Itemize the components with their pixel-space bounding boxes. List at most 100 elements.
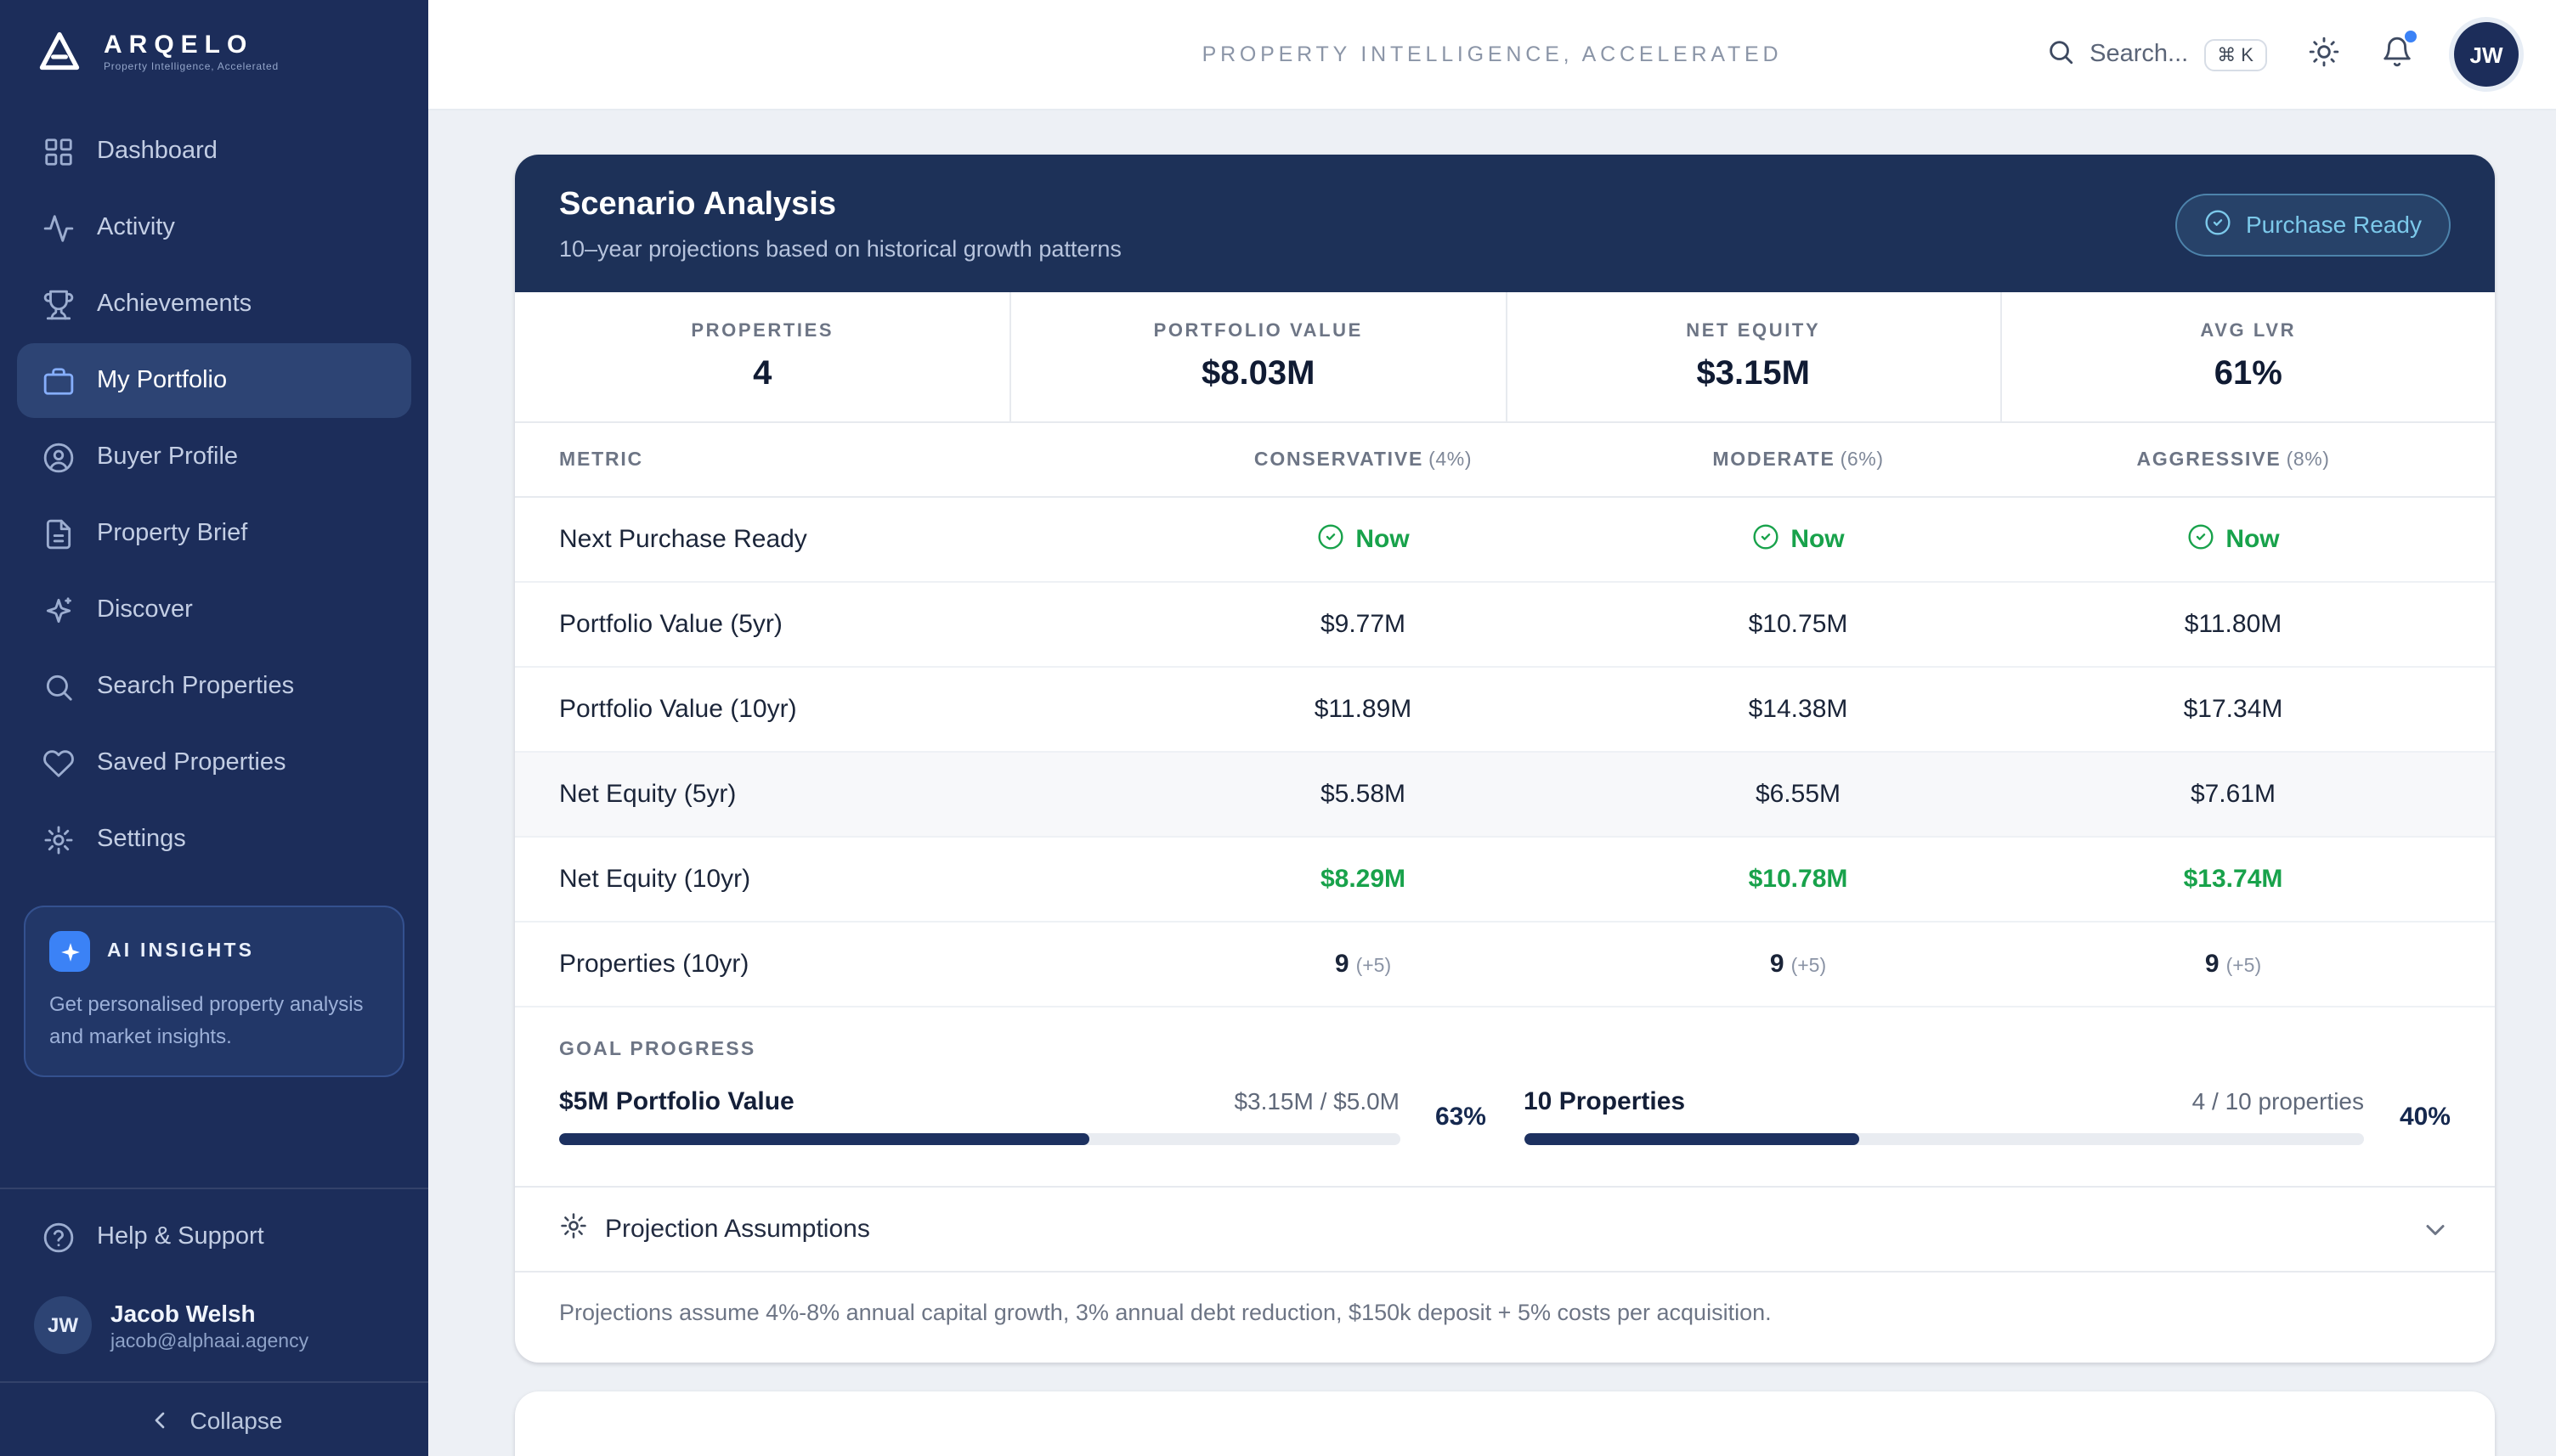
user-icon (42, 441, 75, 473)
sidebar-item-buyer-profile[interactable]: Buyer Profile (17, 420, 411, 494)
gear-icon (559, 1211, 588, 1247)
page-content: Scenario Analysis 10–year projections ba… (428, 110, 2556, 1456)
search-input[interactable]: Search... ⌘ K (2045, 37, 2267, 72)
table-row-net-equity-10yr: Net Equity (10yr) $8.29M $10.78M $13.74M (515, 838, 2495, 923)
collapse-label: Collapse (190, 1406, 283, 1433)
main-area: PROPERTY INTELLIGENCE, ACCELERATED Searc… (428, 0, 2556, 1456)
stat-net-equity: NET EQUITY $3.15M (1505, 292, 2000, 421)
topbar-title: PROPERTY INTELLIGENCE, ACCELERATED (1202, 42, 1783, 66)
value-cell: $8.29M (1145, 865, 1581, 894)
sun-icon (2308, 36, 2340, 73)
projection-assumptions-toggle[interactable]: Projection Assumptions (515, 1186, 2495, 1271)
sidebar-item-label: Achievements (97, 291, 252, 318)
scenario-analysis-card: Scenario Analysis 10–year projections ba… (515, 155, 2495, 1363)
table-header-row: METRIC CONSERVATIVE(4%) MODERATE(6%) AGG… (515, 423, 2495, 498)
brand-logo-icon (34, 25, 85, 76)
value-cell: $7.61M (2016, 780, 2451, 809)
sidebar-spacer (0, 1077, 428, 1188)
grid-icon (42, 135, 75, 167)
sidebar-item-settings[interactable]: Settings (17, 802, 411, 877)
sidebar-item-my-portfolio[interactable]: My Portfolio (17, 343, 411, 418)
progress-bar-fill (1524, 1133, 1860, 1145)
sidebar-item-activity[interactable]: Activity (17, 190, 411, 265)
sidebar-item-label: Activity (97, 214, 175, 241)
trophy-icon (42, 288, 75, 320)
table-row-portfolio-value-5yr: Portfolio Value (5yr) $9.77M $10.75M $11… (515, 583, 2495, 668)
sidebar-item-saved-properties[interactable]: Saved Properties (17, 725, 411, 800)
stat-label: AVG LVR (2002, 321, 2496, 341)
check-circle-icon (2186, 522, 2214, 556)
stats-row: PROPERTIES 4 PORTFOLIO VALUE $8.03M NET … (515, 292, 2495, 423)
sidebar-item-discover[interactable]: Discover (17, 573, 411, 647)
value-cell: Now (1145, 522, 1581, 556)
goal-percent: 63% (1425, 1102, 1486, 1131)
column-header-conservative: CONSERVATIVE(4%) (1145, 449, 1581, 470)
metric-cell: Next Purchase Ready (559, 525, 1145, 554)
stat-label: NET EQUITY (1507, 321, 2000, 341)
theme-toggle-button[interactable] (2308, 36, 2340, 73)
goal-portfolio-value: $5M Portfolio Value $3.15M / $5.0M 63% (559, 1087, 1486, 1145)
progress-bar-fill (559, 1133, 1089, 1145)
sidebar-item-label: Dashboard (97, 138, 218, 165)
notifications-button[interactable] (2381, 36, 2413, 73)
stat-value: 4 (515, 355, 1010, 394)
briefcase-icon (42, 364, 75, 397)
stat-label: PORTFOLIO VALUE (1012, 321, 1506, 341)
ai-insights-title: AI INSIGHTS (107, 941, 254, 962)
sidebar: ARQELO Property Intelligence, Accelerate… (0, 0, 428, 1456)
heart-icon (42, 747, 75, 779)
chevron-left-icon (146, 1406, 173, 1433)
table-row-net-equity-5yr: Net Equity (5yr) $5.58M $6.55M $7.61M (515, 753, 2495, 838)
page-title: Scenario Analysis (559, 187, 1122, 224)
value-cell: 9(+5) (1145, 950, 1581, 979)
sidebar-item-label: Discover (97, 596, 193, 624)
check-circle-icon (1316, 522, 1343, 556)
sidebar-item-achievements[interactable]: Achievements (17, 267, 411, 341)
table-row-properties-10yr: Properties (10yr) 9(+5) 9(+5) 9(+5) (515, 923, 2495, 1007)
sidebar-item-label: Buyer Profile (97, 443, 238, 471)
value-cell: 9(+5) (1581, 950, 2016, 979)
value-cell: $13.74M (2016, 865, 2451, 894)
metric-cell: Portfolio Value (10yr) (559, 695, 1145, 724)
brand-name: ARQELO (104, 30, 279, 59)
stat-portfolio-value: PORTFOLIO VALUE $8.03M (1010, 292, 1506, 421)
sidebar-item-dashboard[interactable]: Dashboard (17, 114, 411, 189)
app-root: ARQELO Property Intelligence, Accelerate… (0, 0, 2556, 1456)
column-header-moderate: MODERATE(6%) (1581, 449, 2016, 470)
sidebar-user[interactable]: JW Jacob Welsh jacob@alphaai.agency (0, 1279, 428, 1381)
brand-logo[interactable]: ARQELO Property Intelligence, Accelerate… (0, 0, 428, 99)
column-header-metric: METRIC (559, 449, 1145, 470)
goal-detail: 4 / 10 properties (2192, 1087, 2364, 1115)
next-section-card (515, 1391, 2495, 1456)
collapse-button[interactable]: Collapse (0, 1381, 428, 1456)
value-cell: $6.55M (1581, 780, 2016, 809)
sidebar-item-help-support[interactable]: Help & Support (17, 1194, 411, 1279)
ai-insights-card[interactable]: AI INSIGHTS Get personalised property an… (24, 906, 404, 1077)
stat-value: $8.03M (1012, 355, 1506, 394)
goal-progress-heading: GOAL PROGRESS (559, 1040, 2451, 1060)
badge-label: Purchase Ready (2246, 211, 2422, 238)
value-cell: $11.80M (2016, 610, 2451, 639)
sidebar-item-label: Search Properties (97, 673, 294, 700)
sidebar-item-search-properties[interactable]: Search Properties (17, 649, 411, 724)
stat-avg-lvr: AVG LVR 61% (2000, 292, 2496, 421)
topbar: PROPERTY INTELLIGENCE, ACCELERATED Searc… (428, 0, 2556, 110)
sparkles-icon (42, 594, 75, 626)
metric-cell: Properties (10yr) (559, 950, 1145, 979)
check-circle-icon (2205, 208, 2232, 240)
value-cell: $14.38M (1581, 695, 2016, 724)
page-subtitle: 10–year projections based on historical … (559, 236, 1122, 262)
avatar[interactable]: JW (2454, 22, 2519, 87)
value-cell: $11.89M (1145, 695, 1581, 724)
sidebar-nav: Dashboard Activity Achievements My Portf… (0, 99, 428, 878)
value-cell: $5.58M (1145, 780, 1581, 809)
chevron-down-icon (2420, 1214, 2451, 1244)
value-cell: $9.77M (1145, 610, 1581, 639)
search-placeholder: Search... (2089, 41, 2188, 68)
sidebar-item-label: Property Brief (97, 520, 247, 547)
value-cell: 9(+5) (2016, 950, 2451, 979)
metric-cell: Portfolio Value (5yr) (559, 610, 1145, 639)
stat-properties: PROPERTIES 4 (515, 292, 1010, 421)
sidebar-item-property-brief[interactable]: Property Brief (17, 496, 411, 571)
gear-icon (42, 823, 75, 855)
